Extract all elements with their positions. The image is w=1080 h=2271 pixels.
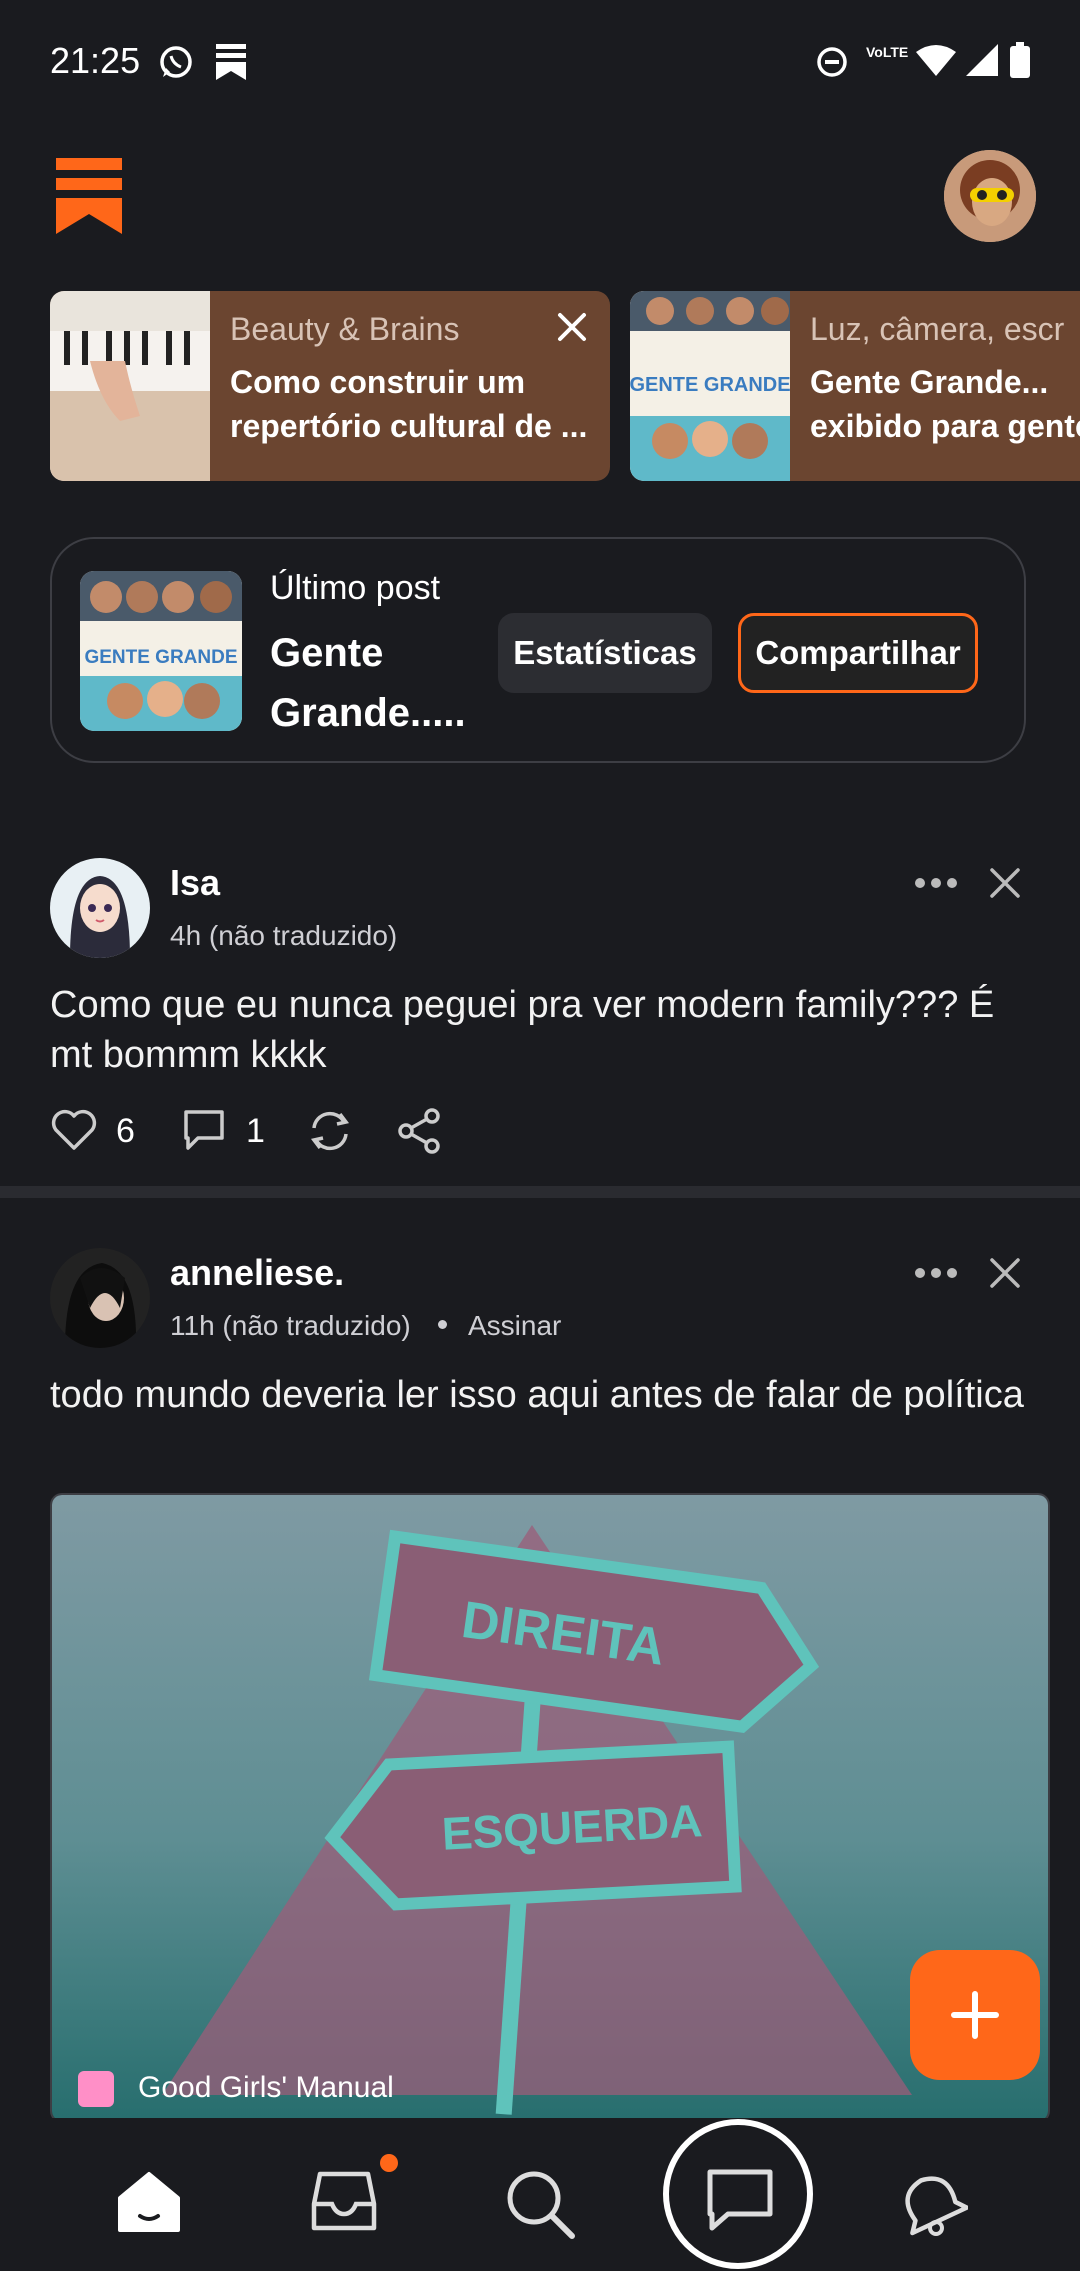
- search-icon[interactable]: [502, 2168, 578, 2244]
- recommendation-publication: Beauty & Brains: [230, 311, 460, 347]
- meta-dot: [438, 1320, 447, 1329]
- recommendation-publication: Luz, câmera, escr: [810, 311, 1065, 347]
- status-time: 21:25: [50, 40, 141, 81]
- compose-button[interactable]: [910, 1950, 1040, 2080]
- comment-icon[interactable]: [180, 1108, 228, 1152]
- publication-name[interactable]: Good Girls' Manual: [138, 2071, 394, 2105]
- home-icon[interactable]: [116, 2168, 182, 2234]
- recommendation-title-line1: Gente Grande...: [810, 364, 1049, 400]
- publication-badge: [78, 2071, 114, 2107]
- inbox-notification-dot: [380, 2154, 398, 2172]
- recommendation-card[interactable]: GENTE GRANDE Luz, câmera, escr Gente Gra…: [630, 291, 1080, 481]
- share-icon[interactable]: [396, 1108, 442, 1154]
- feed-divider: [0, 1186, 1080, 1198]
- share-button[interactable]: Compartilhar: [738, 613, 978, 693]
- author-avatar[interactable]: [50, 858, 150, 958]
- status-bar: 21:25 VoLTE: [0, 0, 1080, 120]
- post-body: todo mundo deveria ler isso aqui antes d…: [50, 1374, 1024, 1416]
- svg-text:GENTE GRANDE: GENTE GRANDE: [630, 374, 790, 396]
- bottom-nav: [0, 2118, 1080, 2271]
- recommendation-card[interactable]: Beauty & Brains Como construir um repert…: [50, 291, 610, 481]
- close-icon[interactable]: [554, 309, 590, 345]
- last-post-label: Último post: [270, 569, 441, 607]
- thumb-title: GENTE GRANDE: [84, 647, 237, 668]
- recommendation-title-line2: repertório cultural de ...: [230, 408, 588, 444]
- recommendation-title-line2: exibido para gente: [810, 408, 1080, 444]
- more-options-icon[interactable]: [914, 876, 958, 890]
- chat-icon[interactable]: [660, 2118, 820, 2271]
- plus-icon: [951, 1991, 999, 2039]
- recommendation-title-line1: Como construir um: [230, 364, 526, 400]
- dismiss-icon[interactable]: [988, 1256, 1022, 1290]
- post-body: Como que eu nunca peguei pra ver modern …: [50, 984, 995, 1076]
- author-name[interactable]: Isa: [170, 862, 220, 904]
- recommendation-thumbnail: GENTE GRANDE: [630, 291, 790, 481]
- more-options-icon[interactable]: [914, 1266, 958, 1280]
- last-post-card[interactable]: GENTE GRANDE Último post Gente Grande...…: [50, 537, 1026, 763]
- recommendation-thumbnail: [50, 291, 210, 481]
- comment-count: 1: [246, 1112, 265, 1150]
- post-meta: 11h (não traduzido): [170, 1310, 411, 1341]
- substack-notif-icon: [216, 44, 246, 80]
- heart-icon[interactable]: [50, 1108, 98, 1152]
- battery-icon: [1010, 42, 1030, 78]
- substack-logo-icon[interactable]: [56, 158, 122, 234]
- last-post-thumbnail: GENTE GRANDE: [80, 571, 242, 731]
- signal-icon: [966, 44, 998, 76]
- post-image[interactable]: DIREITA ESQUERDA Good Girls' Manual: [50, 1493, 1050, 2123]
- stats-button[interactable]: Estatísticas: [498, 613, 712, 693]
- restack-icon[interactable]: [306, 1108, 354, 1154]
- network-label: VoLTE: [866, 44, 909, 60]
- activity-icon[interactable]: [896, 2168, 968, 2240]
- profile-avatar[interactable]: [944, 150, 1036, 242]
- subscribe-link[interactable]: Assinar: [468, 1310, 561, 1342]
- whatsapp-icon: [160, 46, 192, 78]
- wifi-icon: [916, 45, 956, 76]
- last-post-title[interactable]: Gente Grande.....: [270, 623, 480, 743]
- author-avatar[interactable]: [50, 1248, 150, 1348]
- post-meta: 4h (não traduzido): [170, 920, 398, 951]
- author-name[interactable]: anneliese.: [170, 1252, 344, 1294]
- like-count: 6: [116, 1112, 135, 1150]
- dnd-icon: [817, 47, 847, 77]
- dismiss-icon[interactable]: [988, 866, 1022, 900]
- inbox-icon[interactable]: [310, 2168, 378, 2234]
